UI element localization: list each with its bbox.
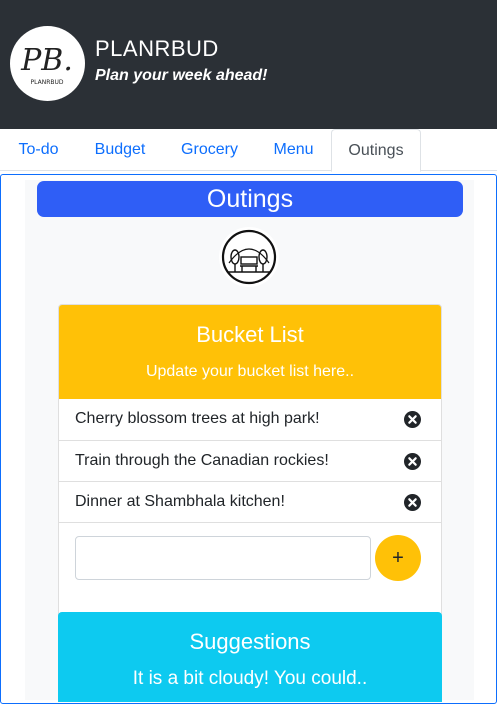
list-item: Train through the Canadian rockies! [59,440,441,481]
svg-text:PB.: PB. [20,43,73,78]
bucket-list-title: Bucket List [196,322,304,347]
bucket-list-card: Bucket List Update your bucket list here… [58,304,442,622]
tab-menu[interactable]: Menu [256,129,331,171]
planrbud-logo: PB. PLANRBUD [10,26,85,101]
suggestions-title: Suggestions [189,629,311,654]
list-item-text: Train through the Canadian rockies! [75,452,329,469]
app-header: PB. PLANRBUD PLANRBUD Plan your week ahe… [0,0,497,129]
add-item-button[interactable]: + [375,535,421,581]
list-item-text: Cherry blossom trees at high park! [75,410,320,427]
tagline: Plan your week ahead! [95,67,268,84]
bucket-list-header: Bucket List Update your bucket list here… [59,305,441,399]
suggestions-subtitle: It is a bit cloudy! You could.. [132,668,368,689]
remove-item-icon[interactable] [404,494,421,511]
remove-item-icon[interactable] [404,453,421,470]
tab-todo[interactable]: To-do [0,129,77,171]
outings-title: Outings [37,181,463,217]
svg-text:PLANRBUD: PLANRBUD [31,79,64,86]
suggestions-card: Suggestions It is a bit cloudy! You coul… [58,612,442,702]
new-bucket-item-input[interactable] [75,536,371,580]
brand-name: PLANRBUD [95,36,219,61]
tab-budget[interactable]: Budget [77,129,163,171]
park-bench-icon [219,227,279,287]
list-item-text: Dinner at Shambhala kitchen! [75,493,285,510]
bucket-list-subtitle: Update your bucket list here.. [145,363,355,380]
tab-outings[interactable]: Outings [331,129,421,172]
list-item: Cherry blossom trees at high park! [59,399,441,440]
tab-grocery[interactable]: Grocery [163,129,256,171]
list-item: Dinner at Shambhala kitchen! [59,481,441,522]
tab-bar: To-do Budget Grocery Menu Outings [0,129,497,172]
remove-item-icon[interactable] [404,411,421,428]
